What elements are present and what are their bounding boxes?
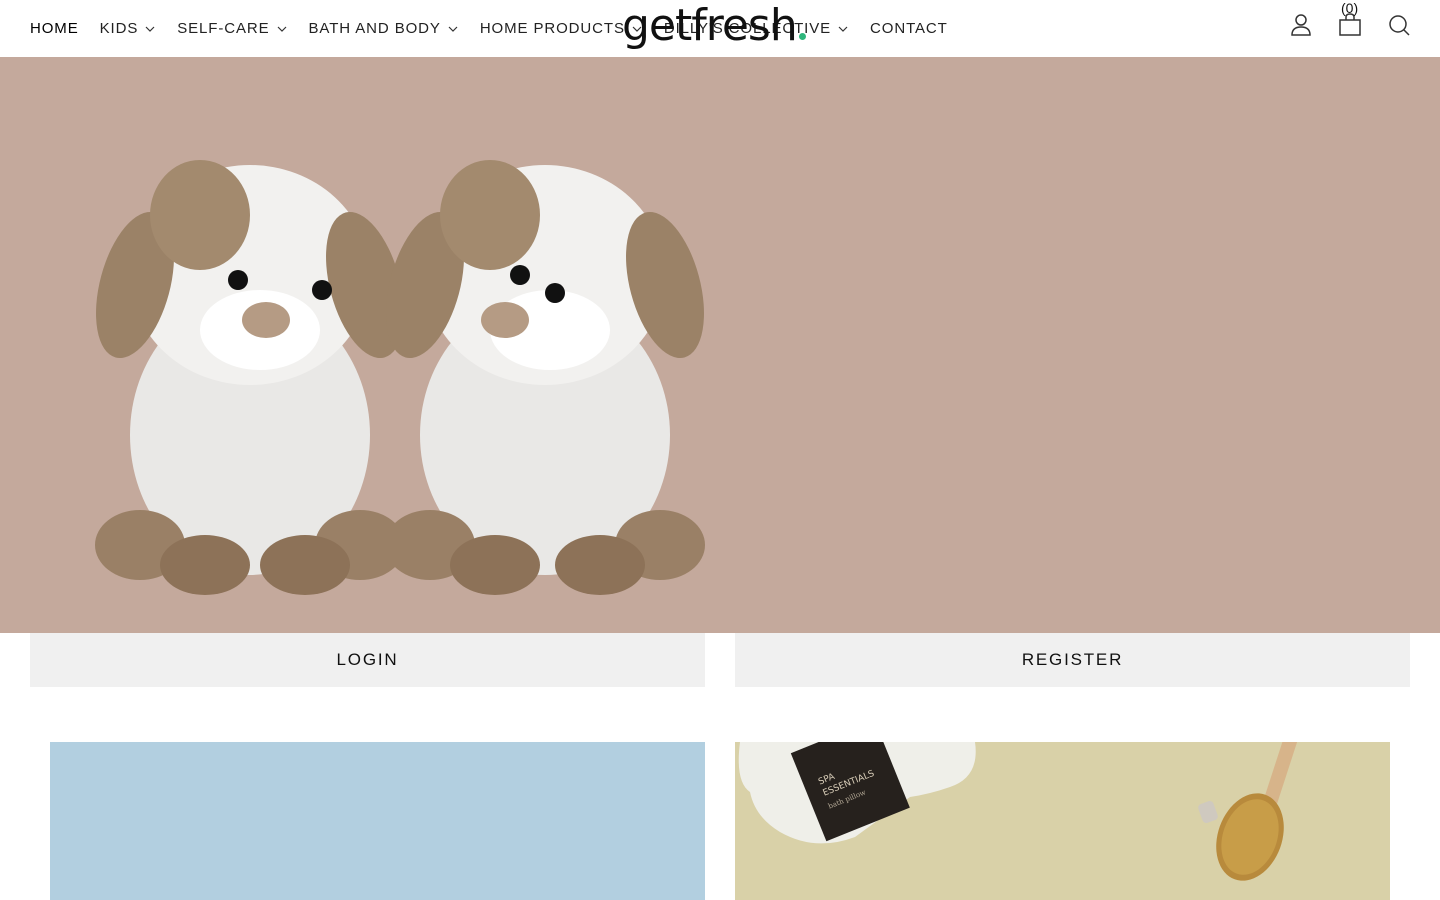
main-nav: HOME KIDS SELF-CARE BATH AND BODY HOME P… [30, 20, 969, 37]
chevron-down-icon [447, 23, 459, 35]
user-icon[interactable] [1288, 12, 1314, 38]
nav-item-label: SELF-CARE [177, 20, 270, 37]
nav-item-label: HOME PRODUCTS [479, 20, 625, 37]
chevron-down-icon [837, 23, 849, 35]
nav-item-bath-and-body[interactable]: BATH AND BODY [309, 20, 459, 37]
bath-pillow-image: SPA ESSENTIALS bath pillow [738, 742, 976, 844]
hero-banner[interactable] [0, 57, 1440, 633]
collection-tile-right[interactable]: SPA ESSENTIALS bath pillow [735, 742, 1390, 900]
bag-icon[interactable]: (0) [1337, 0, 1363, 38]
nav-item-home[interactable]: HOME [30, 20, 79, 37]
header-icons: (0) [1265, 0, 1412, 38]
nav-item-contact[interactable]: CONTACT [870, 20, 948, 37]
cart-count: (0) [1341, 0, 1359, 16]
register-button-label: REGISTER [1021, 650, 1124, 669]
nav-item-label: BATH AND BODY [308, 20, 441, 37]
login-button[interactable]: LOGIN [30, 633, 705, 687]
collection-tile-left[interactable] [50, 742, 705, 900]
nav-item-label: HOME [30, 20, 79, 37]
nav-item-label: CONTACT [870, 20, 948, 37]
chevron-down-icon [631, 23, 643, 35]
register-button[interactable]: REGISTER [735, 633, 1410, 687]
nav-item-label: KIDS [99, 20, 139, 37]
nav-item-dillys-collective[interactable]: DILLY'S COLLECTIVE [664, 20, 849, 37]
site-header: HOME KIDS SELF-CARE BATH AND BODY HOME P… [0, 0, 1440, 57]
plush-puppy-right-image [385, 160, 705, 595]
nav-item-label: DILLY'S COLLECTIVE [663, 20, 832, 37]
nav-item-kids[interactable]: KIDS [100, 20, 157, 37]
nav-item-home-products[interactable]: HOME PRODUCTS [480, 20, 643, 37]
bath-brush-image [1198, 742, 1300, 881]
nav-item-self-care[interactable]: SELF-CARE [177, 20, 287, 37]
login-button-label: LOGIN [336, 650, 399, 669]
chevron-down-icon [276, 23, 288, 35]
search-icon[interactable] [1386, 12, 1412, 38]
chevron-down-icon [144, 23, 156, 35]
